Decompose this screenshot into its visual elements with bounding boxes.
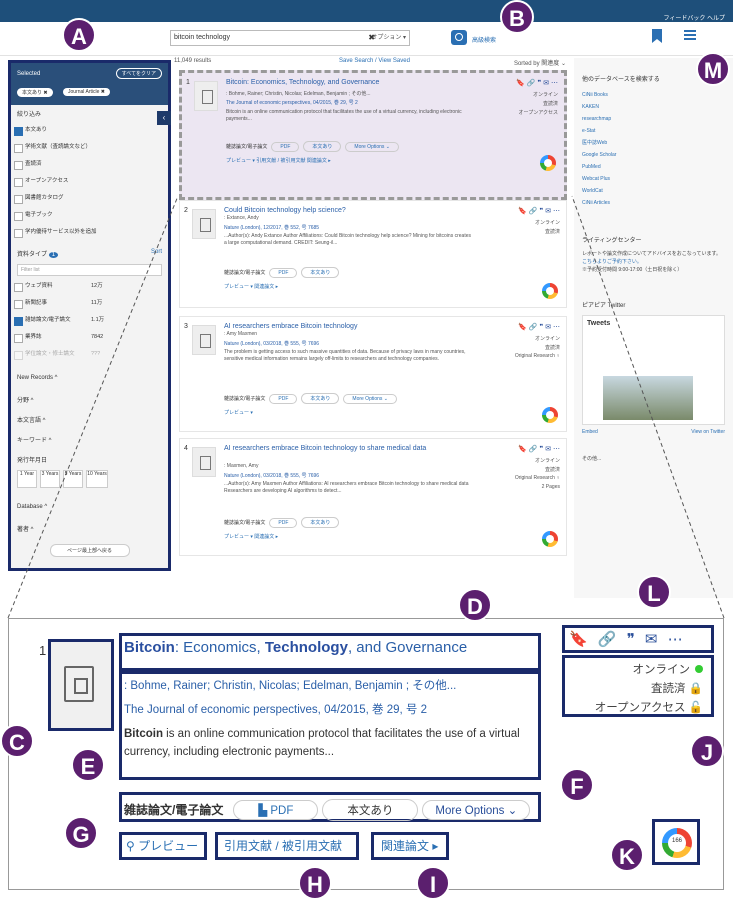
result-actions[interactable]: 🔖 🔗 ❞ ✉ ⋯: [562, 625, 714, 653]
more-options-button[interactable]: More Options ⌄: [422, 800, 531, 820]
callout-g: G: [64, 816, 98, 850]
callout-m: M: [696, 52, 730, 86]
type-label: 雑誌論文/電子論文: [124, 803, 224, 817]
online-dot-icon: [695, 665, 703, 673]
callout-e: E: [71, 748, 105, 782]
result-authors[interactable]: : Bohme, Rainer; Christin, Nicolas; Edel…: [124, 677, 536, 693]
callout-d: D: [458, 588, 492, 622]
callout-c: C: [0, 724, 34, 758]
pdf-button[interactable]: ▙ PDF: [233, 800, 319, 820]
citation-link[interactable]: 引用文献 / 被引用文献: [215, 832, 359, 860]
result-abstract: Bitcoin is an online communication proto…: [124, 728, 520, 758]
document-thumbnail[interactable]: [48, 639, 114, 731]
result-status: オンライン 査読済 🔒 オープンアクセス 🔓: [562, 655, 714, 717]
fulltext-button[interactable]: 本文あり: [322, 799, 419, 821]
preview-link[interactable]: ⚲ プレビュー: [119, 832, 207, 860]
altmetric-badge[interactable]: 166: [652, 819, 700, 865]
result-buttons: 雑誌論文/電子論文 ▙ PDF 本文あり More Options ⌄: [119, 792, 541, 822]
related-link[interactable]: 関連論文 ▸: [371, 832, 449, 860]
result-number: 1: [39, 643, 47, 658]
document-icon: [64, 666, 94, 702]
search-icon: ⚲: [126, 839, 135, 853]
result-journal[interactable]: The Journal of economic perspectives, 04…: [124, 701, 536, 717]
callout-i: I: [416, 866, 450, 900]
callout-l: L: [637, 575, 671, 609]
status-online: オンライン: [573, 661, 703, 680]
result-title[interactable]: Bitcoin: Economics, Technology, and Gove…: [119, 633, 541, 671]
callout-a: A: [62, 18, 96, 52]
callout-j: J: [690, 734, 724, 768]
callout-b: B: [500, 0, 534, 34]
status-oa: オープンアクセス 🔓: [594, 702, 703, 714]
altmetric-score: 166: [671, 838, 682, 844]
callout-h: H: [298, 866, 332, 900]
status-peer: 査読済 🔒: [650, 683, 703, 695]
result-details: : Bohme, Rainer; Christin, Nicolas; Edel…: [119, 671, 541, 780]
callout-f: F: [560, 768, 594, 802]
callout-k: K: [610, 838, 644, 872]
